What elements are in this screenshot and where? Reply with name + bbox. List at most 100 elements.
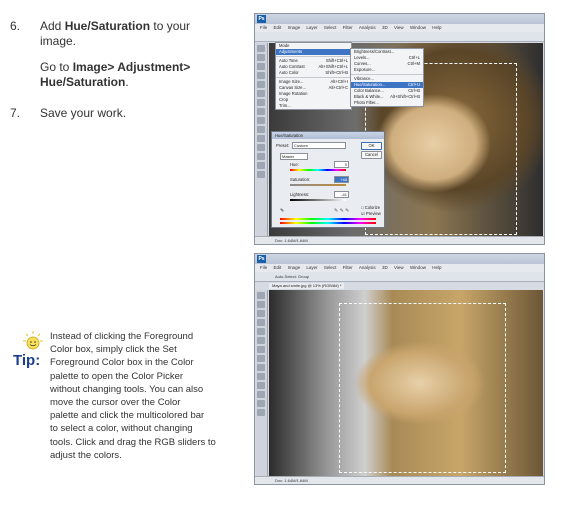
menu-select[interactable]: Select — [324, 25, 337, 30]
marquee-tool-icon[interactable] — [257, 301, 265, 308]
photoshop-screenshot-1: Ps File Edit Image Layer Select Filter A… — [254, 13, 545, 245]
zoom-tool-icon[interactable] — [257, 171, 265, 178]
channel-select[interactable]: Master — [280, 153, 308, 160]
menu-help[interactable]: Help — [432, 265, 441, 270]
brush-tool-icon[interactable] — [257, 346, 265, 353]
dodge-tool-icon[interactable] — [257, 135, 265, 142]
menu-analysis[interactable]: Analysis — [359, 25, 376, 30]
menu-select[interactable]: Select — [324, 265, 337, 270]
tip-text: Instead of clicking the Foreground Color… — [50, 330, 225, 462]
adjustments-submenu: Brightness/Contrast... Levels... Ctrl+L C… — [350, 48, 424, 107]
lightness-value[interactable]: -41 — [334, 191, 349, 198]
options-bar — [255, 32, 544, 42]
clone-tool-icon[interactable] — [257, 355, 265, 362]
menu-image[interactable]: Image — [288, 265, 301, 270]
eyedropper-tool-icon[interactable] — [257, 337, 265, 344]
menu-window[interactable]: Window — [410, 265, 426, 270]
pen-tool-icon[interactable] — [257, 144, 265, 151]
menu-help[interactable]: Help — [432, 25, 441, 30]
image-menu-adjustments[interactable]: Adjustments — [276, 49, 351, 55]
menu-file[interactable]: File — [260, 25, 267, 30]
tip-line: palette to open the Color Picker — [50, 370, 184, 382]
tip-line: tools. Click and drag the RGB sliders to — [50, 436, 216, 448]
quick-select-tool-icon[interactable] — [257, 319, 265, 326]
type-tool-icon[interactable] — [257, 400, 265, 407]
eyedropper-plus-minus-icons[interactable]: ✎ ✎ ✎ — [334, 208, 349, 214]
options-bar: Auto-Select: Group — [255, 272, 544, 282]
preset-select[interactable]: Custom — [292, 142, 346, 149]
hue-label: Hue: — [290, 162, 299, 167]
colorize-checkbox[interactable]: □ Colorize — [361, 205, 380, 210]
adjust-item[interactable]: Exposure... — [351, 67, 423, 73]
tip-line: move the cursor over the Color — [50, 397, 181, 409]
adjust-item[interactable]: Photo Filter... — [351, 100, 423, 106]
type-tool-icon[interactable] — [257, 153, 265, 160]
step-6-text: Add Hue/Saturation to your image. — [40, 19, 215, 49]
image-menu-item[interactable]: Trim... — [276, 103, 351, 109]
saturation-label: Saturation: — [290, 177, 311, 182]
image-menu: Mode Adjustments Auto Tone Shift+Ctrl+L A… — [275, 42, 352, 110]
toolbox — [256, 290, 268, 476]
dodge-tool-icon[interactable] — [257, 382, 265, 389]
step-6-detail-pre: Go to — [40, 60, 73, 74]
menu-view[interactable]: View — [394, 25, 404, 30]
menu-file[interactable]: File — [260, 265, 267, 270]
menu-3d[interactable]: 3D — [382, 25, 388, 30]
menu-edit[interactable]: Edit — [274, 265, 282, 270]
saturation-slider[interactable] — [290, 184, 346, 186]
step-6-number: 6. — [10, 19, 21, 33]
tip-line: adjust the colors. — [50, 449, 122, 461]
pen-tool-icon[interactable] — [257, 391, 265, 398]
crop-tool-icon[interactable] — [257, 328, 265, 335]
crop-tool-icon[interactable] — [257, 81, 265, 88]
ok-button[interactable]: OK — [361, 142, 382, 150]
ps-logo: Ps — [257, 255, 266, 263]
saturation-value[interactable]: +48 — [334, 176, 349, 183]
menu-bar: File Edit Image Layer Select Filter Anal… — [255, 264, 544, 272]
gradient-tool-icon[interactable] — [257, 126, 265, 133]
menu-filter[interactable]: Filter — [343, 265, 353, 270]
lightness-slider[interactable] — [290, 199, 346, 201]
hand-tool-icon[interactable] — [257, 409, 265, 416]
hue-slider[interactable] — [290, 169, 346, 171]
gradient-tool-icon[interactable] — [257, 373, 265, 380]
lasso-tool-icon[interactable] — [257, 63, 265, 70]
hue-saturation-dialog: Hue/Saturation Preset: Custom OK Cancel … — [271, 131, 385, 228]
eraser-tool-icon[interactable] — [257, 364, 265, 371]
document-tab[interactable]: Maya and smile.jpg @ 13% (RGB/8#) * — [269, 283, 345, 289]
tip-line: to select a color, without changing — [50, 423, 193, 435]
menu-3d[interactable]: 3D — [382, 265, 388, 270]
step-7-number: 7. — [10, 106, 21, 120]
eyedropper-icon[interactable]: ✎ — [280, 208, 284, 214]
menu-filter[interactable]: Filter — [343, 25, 353, 30]
image-menu-item[interactable]: Auto Color Shift+Ctrl+B — [276, 70, 351, 76]
menu-edit[interactable]: Edit — [274, 25, 282, 30]
preview-checkbox[interactable]: ☑ Preview — [361, 211, 381, 216]
cancel-button[interactable]: Cancel — [361, 151, 382, 159]
marquee-tool-icon[interactable] — [257, 54, 265, 61]
hand-tool-icon[interactable] — [257, 162, 265, 169]
tip-line: Instead of clicking the Foreground — [50, 331, 194, 342]
menu-image[interactable]: Image — [288, 25, 301, 30]
menu-layer[interactable]: Layer — [306, 25, 317, 30]
hue-value[interactable]: 0 — [334, 161, 349, 168]
photoshop-screenshot-2: Ps File Edit Image Layer Select Filter A… — [254, 253, 545, 485]
move-tool-icon[interactable] — [257, 292, 265, 299]
hue-spectrum-bar-top — [280, 218, 376, 220]
clone-tool-icon[interactable] — [257, 108, 265, 115]
menu-view[interactable]: View — [394, 265, 404, 270]
quick-select-tool-icon[interactable] — [257, 72, 265, 79]
eyedropper-tool-icon[interactable] — [257, 90, 265, 97]
lasso-tool-icon[interactable] — [257, 310, 265, 317]
eraser-tool-icon[interactable] — [257, 117, 265, 124]
tip-label: Tip: — [13, 352, 41, 369]
document-canvas[interactable] — [269, 290, 543, 476]
auto-select-option[interactable]: Auto-Select: Group — [275, 274, 309, 279]
dialog-title: Hue/Saturation — [272, 132, 384, 139]
menu-layer[interactable]: Layer — [306, 265, 317, 270]
move-tool-icon[interactable] — [257, 45, 265, 52]
selection-marquee — [339, 303, 506, 473]
menu-analysis[interactable]: Analysis — [359, 265, 376, 270]
menu-window[interactable]: Window — [410, 25, 426, 30]
brush-tool-icon[interactable] — [257, 99, 265, 106]
